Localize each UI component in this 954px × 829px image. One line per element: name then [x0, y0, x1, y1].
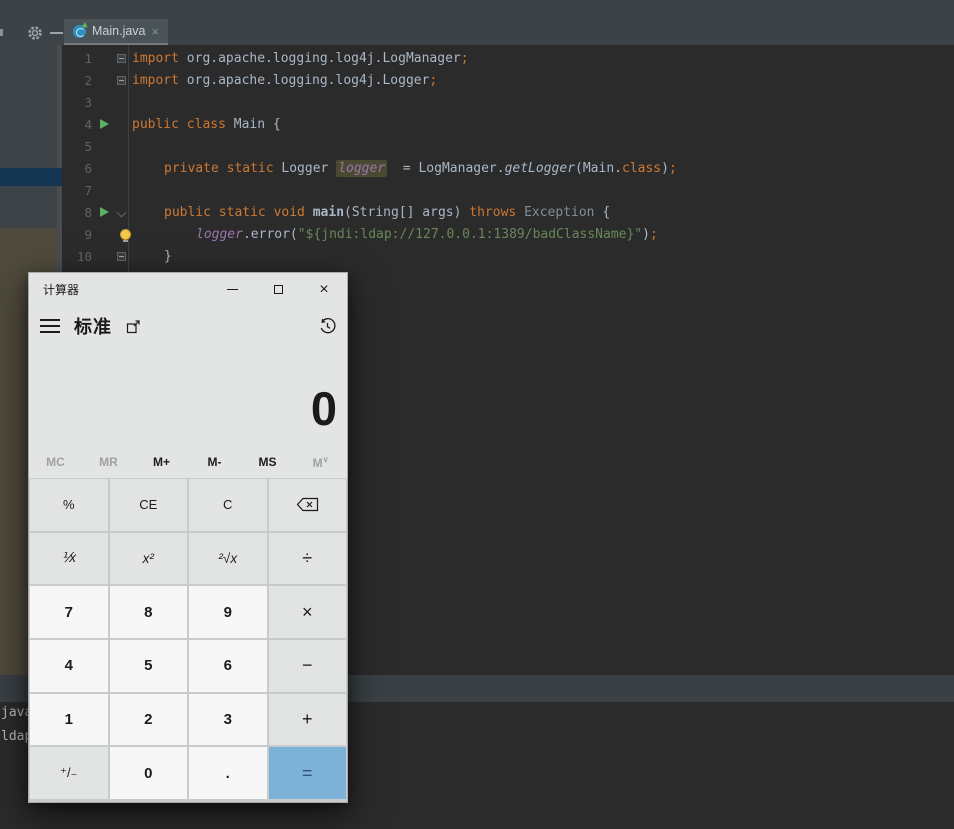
- code-text: import org.apache.logging.log4j.LogManag…: [132, 51, 469, 66]
- code-line[interactable]: 9 logger.error("${jndi:ldap://127.0.0.1:1…: [0, 224, 954, 246]
- window-controls: ×: [209, 273, 347, 306]
- fold-arrow-icon[interactable]: [116, 207, 127, 218]
- line-number: 5: [84, 139, 92, 154]
- run-icon[interactable]: [100, 119, 109, 129]
- code-text: }: [164, 249, 172, 264]
- fold-icon[interactable]: [117, 76, 126, 85]
- line-number: 7: [84, 183, 92, 198]
- calc-key-clear-entry[interactable]: CE: [109, 479, 187, 531]
- memory-clear[interactable]: MC: [29, 455, 82, 469]
- memory-add[interactable]: M+: [135, 455, 188, 469]
- line-number: 8: [84, 205, 92, 220]
- screen: Main.java × 1 import org.apache.logging.l…: [0, 0, 954, 829]
- fold-icon[interactable]: [117, 252, 126, 261]
- calculator-display: 0: [29, 346, 347, 446]
- memory-recall[interactable]: MR: [82, 455, 135, 469]
- close-button[interactable]: ×: [301, 273, 347, 306]
- tab-main-java[interactable]: Main.java ×: [64, 19, 169, 45]
- ide-toolbar: Main.java ×: [0, 0, 954, 45]
- calc-key-nine[interactable]: 9: [189, 586, 267, 638]
- code-text: logger.error("${jndi:ldap://127.0.0.1:13…: [196, 227, 658, 242]
- line-number: 4: [84, 117, 92, 132]
- fold-icon[interactable]: [117, 54, 126, 63]
- calc-key-reciprocal[interactable]: ⅟x: [30, 532, 108, 585]
- code-line[interactable]: 3: [0, 92, 954, 114]
- calc-key-square-root[interactable]: ²√x: [189, 532, 267, 585]
- java-class-icon: [73, 24, 86, 38]
- calc-key-negate[interactable]: ⁺/₋: [30, 747, 108, 799]
- tab-close-icon[interactable]: ×: [152, 25, 160, 38]
- mode-title: 标准: [74, 317, 112, 337]
- line-number: 9: [84, 227, 92, 242]
- code-line[interactable]: 5: [0, 136, 954, 158]
- minimize-button[interactable]: [209, 273, 255, 306]
- calc-key-subtract[interactable]: −: [268, 640, 346, 692]
- calc-key-divide[interactable]: ÷: [268, 532, 346, 585]
- calculator-window: 计算器 × 标准 0 MC MR M+ M- MS M∨ % CE C ⅟x x…: [28, 272, 348, 803]
- line-number: 10: [76, 249, 92, 264]
- code-text: public class Main {: [132, 117, 281, 132]
- calc-key-five[interactable]: 5: [109, 640, 187, 692]
- memory-flyout[interactable]: M∨: [294, 455, 347, 470]
- calc-key-four[interactable]: 4: [30, 640, 108, 692]
- calc-key-add[interactable]: +: [268, 693, 346, 746]
- code-line[interactable]: 8 public static void main(String[] args) …: [0, 202, 954, 224]
- code-text: private static Logger logger = LogManage…: [164, 160, 677, 177]
- code-line[interactable]: 1 import org.apache.logging.log4j.LogMana…: [0, 48, 954, 70]
- calc-key-one[interactable]: 1: [30, 693, 108, 746]
- maximize-button[interactable]: [255, 273, 301, 306]
- code-line[interactable]: 10}: [0, 246, 954, 268]
- hamburger-menu-icon[interactable]: [40, 319, 60, 333]
- line-number: 3: [84, 95, 92, 110]
- line-number: 6: [84, 161, 92, 176]
- backspace-icon: [296, 498, 318, 512]
- code-line[interactable]: 4 public class Main {: [0, 114, 954, 136]
- calc-key-backspace[interactable]: [268, 479, 346, 531]
- code-text: public static void main(String[] args) t…: [164, 205, 611, 220]
- calc-key-percent[interactable]: %: [30, 479, 108, 531]
- calc-key-two[interactable]: 2: [109, 693, 187, 746]
- clipped-toolbar-icon: [0, 29, 3, 36]
- line-number: 2: [84, 73, 92, 88]
- code-line[interactable]: 2 import org.apache.logging.log4j.Logger;: [0, 70, 954, 92]
- calc-key-clear-all[interactable]: C: [189, 479, 267, 531]
- calc-keypad: % CE C ⅟x x² ²√x ÷ 7 8 9 × 4 5 6− 1 2 3 + ⁺/₋ 0. =: [29, 478, 347, 802]
- calc-key-equals[interactable]: =: [268, 747, 346, 799]
- line-number: 1: [84, 51, 92, 66]
- keep-on-top-icon[interactable]: [126, 319, 141, 334]
- calc-key-three[interactable]: 3: [189, 693, 267, 746]
- memory-subtract[interactable]: M-: [188, 455, 241, 469]
- history-icon[interactable]: [319, 317, 336, 335]
- calculator-titlebar[interactable]: 计算器 ×: [29, 273, 347, 306]
- memory-store[interactable]: MS: [241, 455, 294, 469]
- code-text: import org.apache.logging.log4j.Logger;: [132, 73, 438, 88]
- calc-key-zero[interactable]: 0: [109, 747, 187, 799]
- minimize-dash-icon[interactable]: [50, 32, 63, 34]
- calc-key-six[interactable]: 6: [189, 640, 267, 692]
- calc-memory: MC MR M+ M- MS M∨: [29, 446, 347, 478]
- run-icon[interactable]: [100, 207, 109, 217]
- calculator-header: 标准: [29, 306, 347, 346]
- tab-label: Main.java: [92, 24, 146, 38]
- code-line[interactable]: 6 private static Logger logger = LogManag…: [0, 158, 954, 180]
- calc-key-decimal[interactable]: .: [189, 747, 267, 799]
- gear-icon[interactable]: [27, 25, 43, 41]
- code-line[interactable]: 7: [0, 180, 954, 202]
- bulb-icon[interactable]: [120, 229, 131, 242]
- display-value: 0: [310, 382, 337, 435]
- calculator-title: 计算器: [43, 283, 80, 297]
- calc-key-square[interactable]: x²: [109, 532, 187, 585]
- calc-key-eight[interactable]: 8: [109, 586, 187, 638]
- calc-key-multiply[interactable]: ×: [268, 586, 346, 638]
- calc-key-seven[interactable]: 7: [30, 586, 108, 638]
